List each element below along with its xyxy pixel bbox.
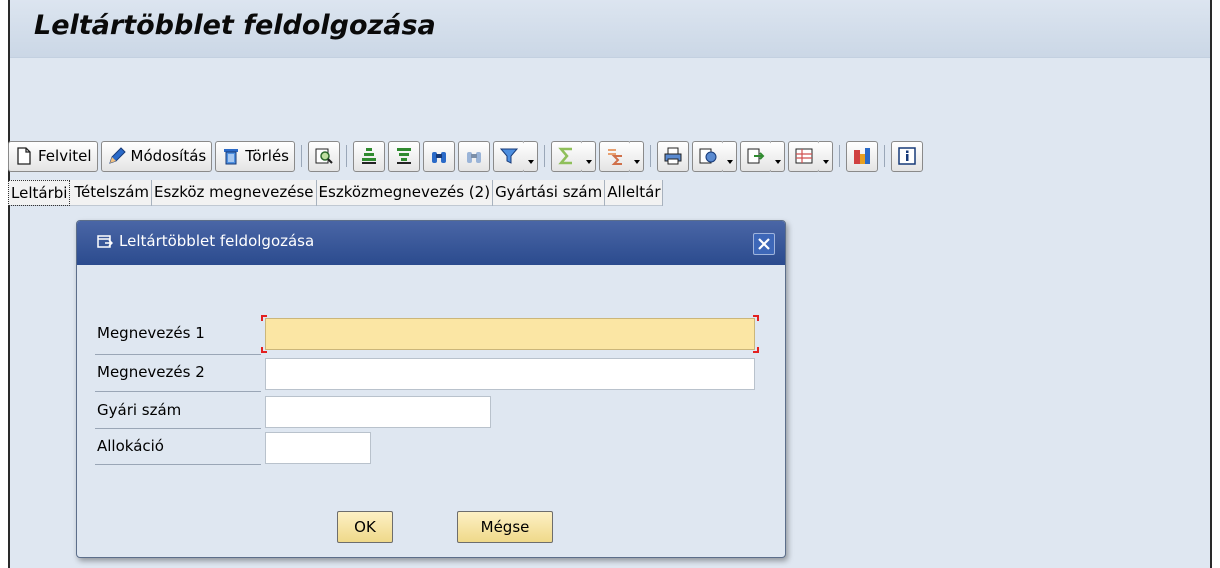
subtotal-button[interactable] [599,140,631,172]
column-header[interactable]: Leltárbi [8,180,71,206]
field-label-allocation: Allokáció [97,437,164,455]
sort-ascending-button[interactable] [353,140,385,172]
popup-dialog: Leltártöbblet feldolgozása Megnevezés 1 … [76,220,786,558]
page-title: Leltártöbblet feldolgozása [34,10,436,41]
layout-button[interactable] [788,140,820,172]
magnifier-icon [315,148,333,164]
printer-icon [664,147,682,165]
filter-button[interactable] [493,140,525,172]
field-divider [95,464,261,465]
name2-input[interactable] [265,358,755,390]
header-band [10,58,1210,126]
sort-descending-icon [397,148,411,164]
details-button[interactable] [308,140,340,172]
document-icon [17,147,31,165]
toolbar-separator [839,145,840,167]
ok-button[interactable]: OK [337,511,393,543]
close-icon [758,238,770,250]
change-button[interactable]: Módosítás [100,140,213,172]
grid-column-headers: Leltárbi Tételszám Eszköz megnevezése Es… [8,180,664,206]
views-button[interactable] [692,140,724,172]
name1-input[interactable] [265,318,755,350]
focus-corner [261,347,267,353]
field-label-serial-number: Gyári szám [97,401,182,419]
field-label-name1: Megnevezés 1 [97,324,205,342]
filter-dropdown[interactable] [524,140,538,172]
toolbar-separator [346,145,347,167]
dialog-title-bar: Leltártöbblet feldolgozása [77,221,785,265]
column-header[interactable]: Eszköz megnevezése [152,180,317,206]
create-button-label: Felvitel [38,147,92,165]
views-dropdown[interactable] [723,140,737,172]
field-divider [95,428,261,429]
export-icon [747,148,765,164]
sigma-icon [558,147,572,165]
sort-descending-button[interactable] [388,140,420,172]
serial-number-input[interactable] [265,396,491,428]
dialog-close-button[interactable] [753,233,775,255]
bar-chart-icon [854,148,870,164]
title-bar: Leltártöbblet feldolgozása [10,0,1210,58]
column-header[interactable]: Gyártási szám [493,180,606,206]
toolbar-separator [301,145,302,167]
sort-ascending-icon [362,148,376,164]
filter-icon [499,148,519,164]
focus-corner [753,347,759,353]
binoculars-next-icon [467,152,481,163]
toolbar-separator [884,145,885,167]
create-button[interactable]: Felvitel [8,140,98,172]
total-button[interactable] [551,140,583,172]
pencil-icon [108,147,126,164]
column-header[interactable]: Tételszám [72,180,153,206]
trash-icon [224,149,239,165]
export-dropdown[interactable] [771,140,785,172]
find-next-button[interactable] [458,140,490,172]
delete-button[interactable]: Törlés [215,140,295,172]
toolbar-separator [544,145,545,167]
delete-button-label: Törlés [245,147,289,165]
layout-grid-icon [795,148,813,164]
field-label-name2: Megnevezés 2 [97,363,205,381]
info-button[interactable] [891,140,923,172]
info-icon [898,147,916,165]
focus-corner [753,315,759,321]
binoculars-icon [432,152,446,163]
dialog-window-icon [97,235,113,248]
views-icon [699,148,717,164]
total-dropdown[interactable] [582,140,596,172]
subtotal-dropdown[interactable] [630,140,644,172]
export-button[interactable] [740,140,772,172]
layout-dropdown[interactable] [819,140,833,172]
alv-toolbar: Felvitel Módosítás Törlés [8,138,1198,174]
field-divider [95,391,261,392]
allocation-input[interactable] [265,432,371,464]
dialog-title: Leltártöbblet feldolgozása [119,232,315,250]
column-header[interactable]: Alleltár [605,180,664,206]
print-button[interactable] [657,140,689,172]
graphic-button[interactable] [846,140,878,172]
field-divider [95,354,261,355]
subtotal-icon [608,149,622,165]
cancel-button[interactable]: Mégse [457,511,553,543]
column-header[interactable]: Eszközmegnevezés (2) [317,180,494,206]
focus-corner [261,315,267,321]
change-button-label: Módosítás [130,147,207,165]
toolbar-separator [650,145,651,167]
find-button[interactable] [423,140,455,172]
